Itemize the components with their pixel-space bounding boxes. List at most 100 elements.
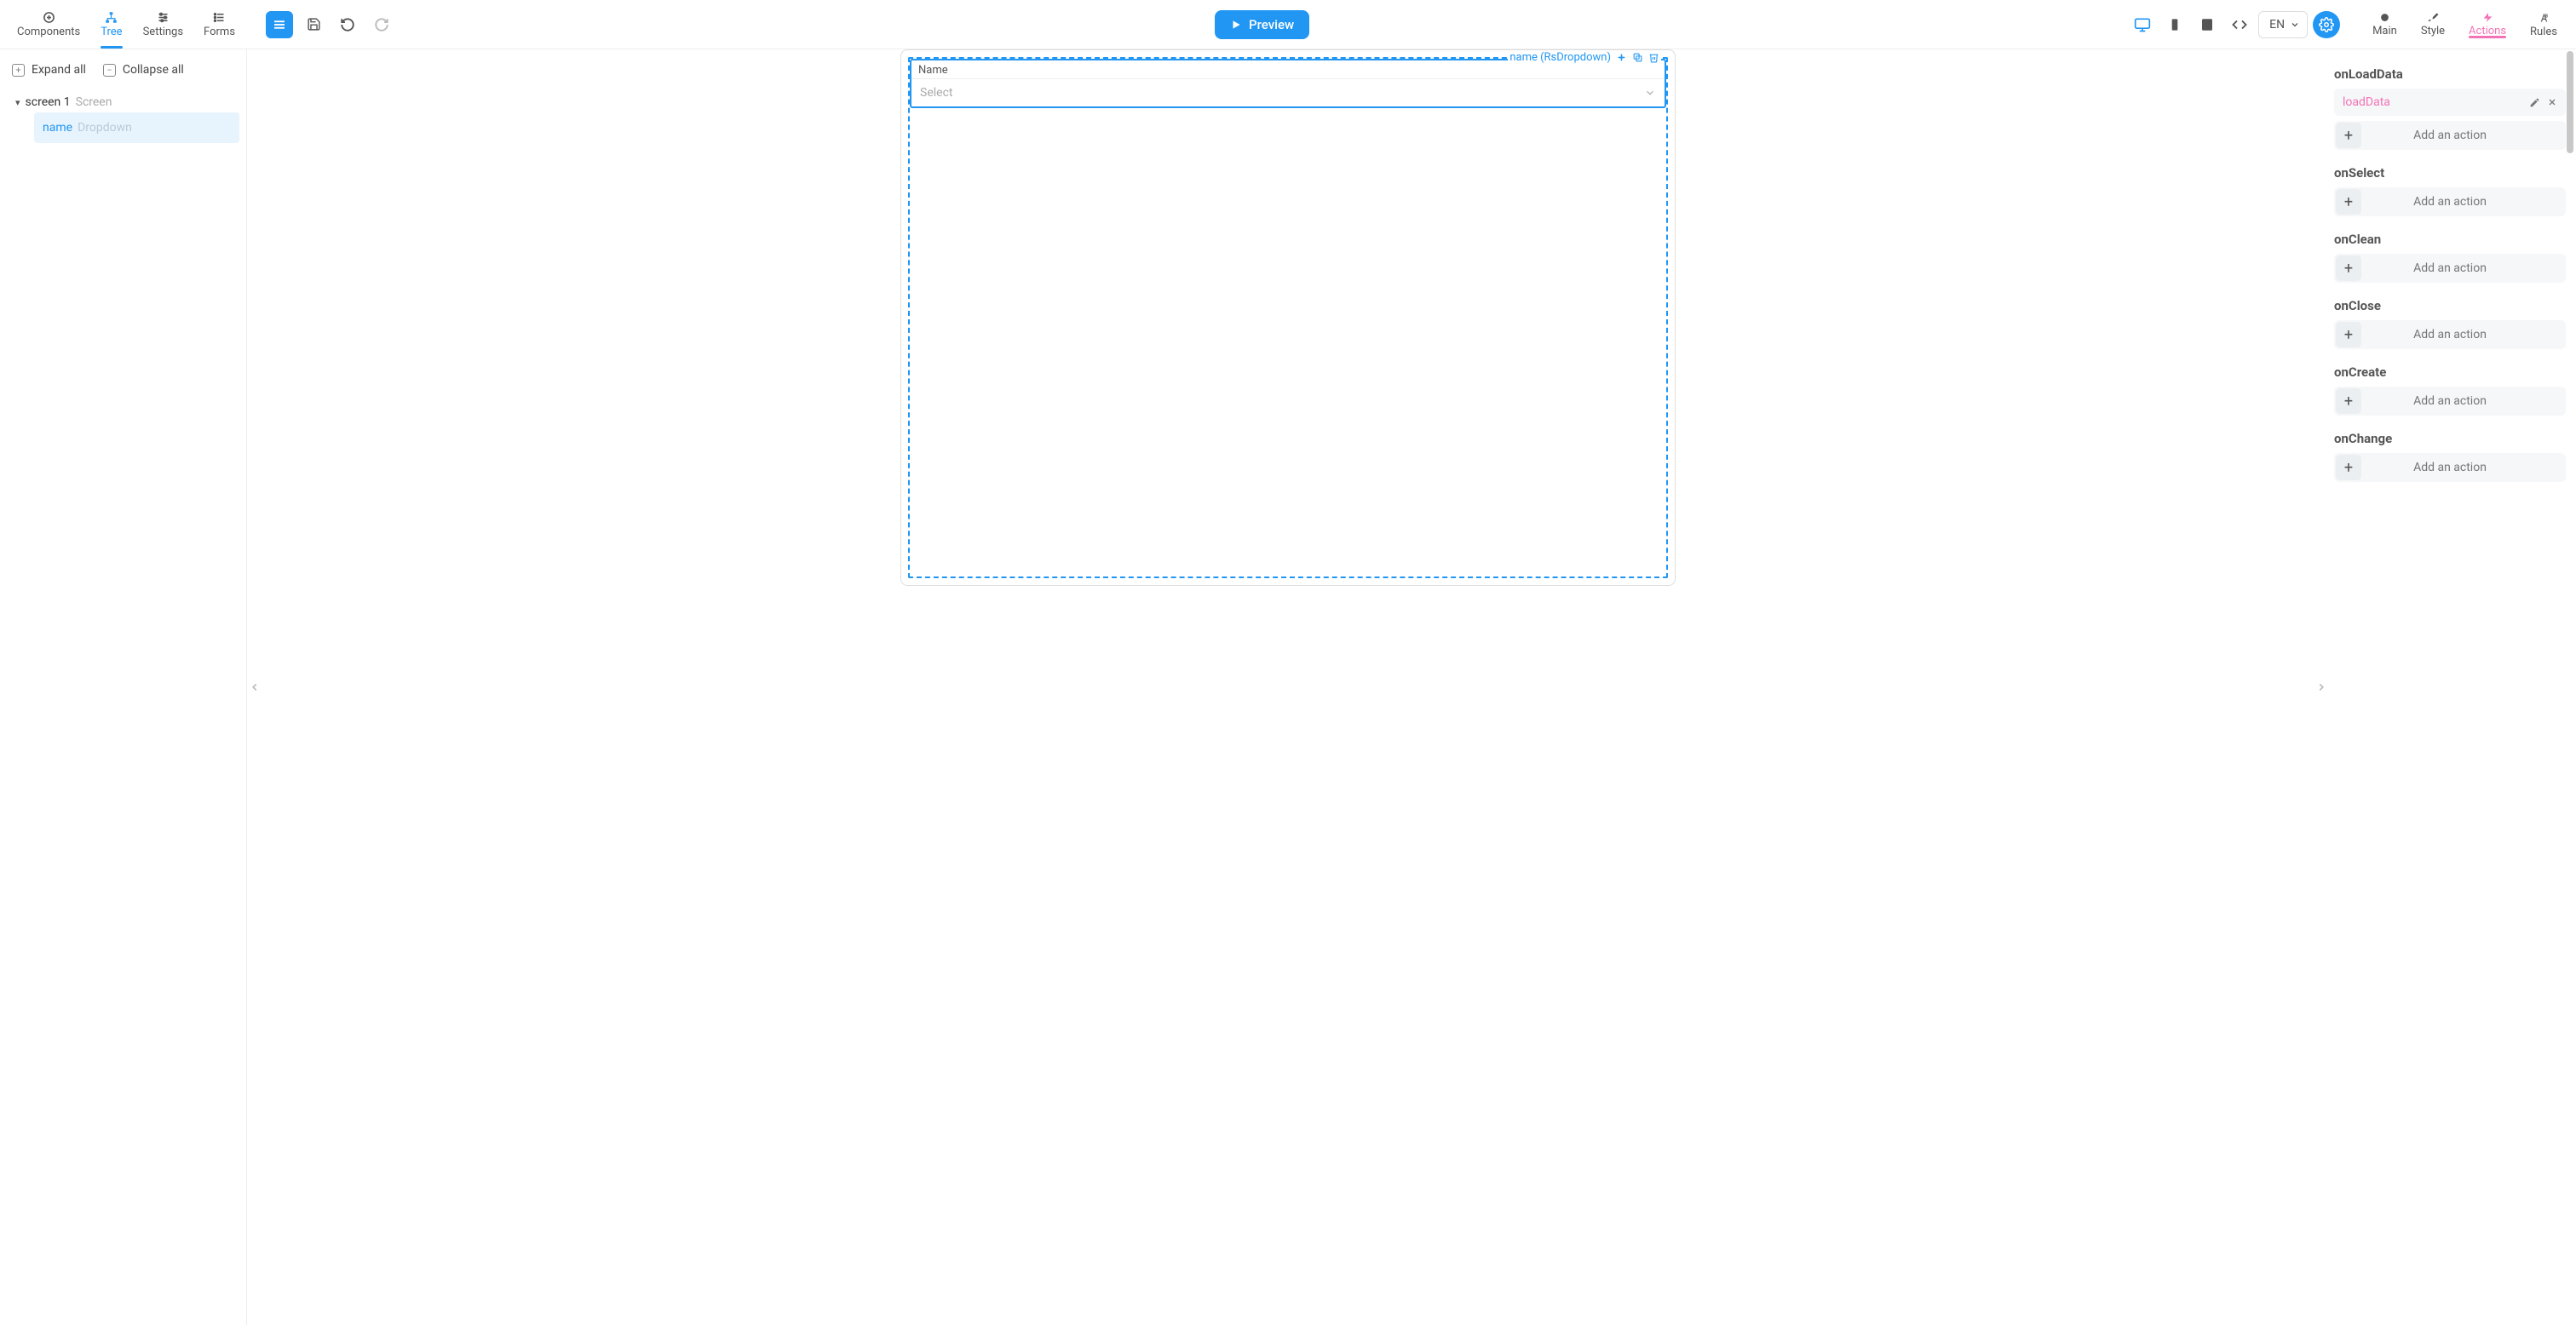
scrollbar-thumb[interactable]: [2567, 51, 2573, 153]
top-toolbar: Components Tree Settings Forms: [0, 0, 2576, 49]
preview-button[interactable]: Preview: [1215, 10, 1309, 39]
dropdown-placeholder: Select: [920, 86, 952, 100]
tab-tree[interactable]: Tree: [90, 0, 132, 49]
tree-child-type: Dropdown: [78, 121, 132, 135]
toolbar-mid-buttons: [266, 11, 395, 38]
event-oncreate: onCreate + Add an action: [2334, 364, 2566, 416]
undo-button[interactable]: [334, 11, 361, 38]
tree-node-child[interactable]: name Dropdown: [34, 112, 239, 143]
rtab-main-label: Main: [2372, 25, 2397, 37]
add-action-label: Add an action: [2413, 261, 2487, 275]
event-onclean: onClean + Add an action: [2334, 232, 2566, 283]
collapse-all-label: Collapse all: [123, 63, 184, 77]
event-onchange: onChange + Add an action: [2334, 431, 2566, 482]
event-title: onChange: [2334, 431, 2566, 446]
chevron-down-icon: [2290, 20, 2300, 30]
language-select[interactable]: EN: [2258, 11, 2308, 38]
tree-sidebar: + Expand all − Collapse all ▾ screen 1 S…: [0, 49, 247, 1325]
tab-components[interactable]: Components: [7, 0, 90, 49]
plus-icon: +: [2336, 255, 2361, 281]
event-title: onCreate: [2334, 364, 2566, 380]
event-title: onSelect: [2334, 165, 2566, 181]
main-area: + Expand all − Collapse all ▾ screen 1 S…: [0, 49, 2576, 1325]
rtab-actions[interactable]: Actions: [2457, 11, 2518, 38]
expand-all-button[interactable]: + Expand all: [12, 63, 86, 77]
brush-icon: [2427, 11, 2439, 23]
collapse-right-button[interactable]: [2312, 678, 2331, 697]
rtab-actions-label: Actions: [2469, 25, 2506, 37]
add-action-button[interactable]: + Add an action: [2334, 387, 2566, 416]
add-action-button[interactable]: + Add an action: [2334, 453, 2566, 482]
add-action-button[interactable]: + Add an action: [2334, 320, 2566, 349]
tab-tree-label: Tree: [101, 26, 122, 38]
rtab-rules-label: Rules: [2530, 26, 2557, 38]
edit-action-button[interactable]: [2529, 97, 2540, 108]
plus-circle-icon: [43, 11, 55, 24]
duplicate-button[interactable]: [1632, 52, 1643, 63]
add-action-label: Add an action: [2413, 195, 2487, 209]
tablet-view-button[interactable]: [2194, 11, 2221, 38]
add-action-button[interactable]: + Add an action: [2334, 254, 2566, 283]
tab-forms[interactable]: Forms: [193, 0, 245, 49]
left-tab-group: Components Tree Settings Forms: [7, 0, 245, 49]
canvas-wrapper: name (RsDropdown) Name: [247, 49, 2329, 1325]
dropdown-field[interactable]: Name Select: [910, 59, 1666, 108]
add-action-label: Add an action: [2413, 461, 2487, 474]
actions-panel: onLoadData loadData + Add an action onSe…: [2329, 49, 2576, 1325]
canvas-dashed-drop-area[interactable]: name (RsDropdown) Name: [908, 57, 1668, 578]
list-icon: [213, 11, 226, 24]
event-onclose: onClose + Add an action: [2334, 298, 2566, 349]
play-icon: [1230, 19, 1242, 31]
plus-icon: +: [2336, 455, 2361, 480]
tab-components-label: Components: [17, 26, 80, 38]
expand-all-label: Expand all: [32, 63, 86, 77]
delete-button[interactable]: [1648, 52, 1659, 63]
tab-settings[interactable]: Settings: [133, 0, 193, 49]
tab-forms-label: Forms: [204, 26, 235, 38]
tree-root-name: screen 1: [26, 95, 71, 109]
tree-root-type: Screen: [76, 95, 112, 109]
desktop-view-button[interactable]: [2129, 11, 2156, 38]
add-action-button[interactable]: + Add an action: [2334, 187, 2566, 216]
action-name: loadData: [2343, 95, 2522, 109]
bolt-icon: [2482, 12, 2493, 23]
menu-button[interactable]: [266, 11, 293, 38]
event-onloaddata: onLoadData loadData + Add an action: [2334, 66, 2566, 150]
chevron-down-icon: [1644, 87, 1656, 99]
remove-action-button[interactable]: [2547, 97, 2557, 107]
sliders-icon: [157, 11, 170, 24]
sitemap-icon: [105, 11, 118, 24]
settings-gear-button[interactable]: [2313, 11, 2340, 38]
add-child-button[interactable]: [1616, 52, 1627, 63]
event-title: onClean: [2334, 232, 2566, 247]
action-row[interactable]: loadData: [2334, 89, 2566, 116]
rtab-rules[interactable]: B Rules: [2518, 11, 2569, 38]
canvas: name (RsDropdown) Name: [900, 49, 1676, 586]
collapse-all-button[interactable]: − Collapse all: [103, 63, 184, 77]
preview-label: Preview: [1249, 17, 1294, 32]
selection-label-bar: name (RsDropdown): [1508, 51, 1661, 64]
toolbar-right-group: EN Main Style: [2129, 11, 2569, 38]
tab-settings-label: Settings: [143, 26, 183, 38]
code-view-button[interactable]: [2226, 11, 2253, 38]
rtab-style-label: Style: [2421, 25, 2445, 37]
tree-child-name: name: [43, 121, 72, 135]
add-action-button[interactable]: + Add an action: [2334, 121, 2566, 150]
language-label: EN: [2269, 18, 2285, 32]
dropdown-field-input[interactable]: Select: [911, 78, 1665, 106]
tree-node-root[interactable]: ▾ screen 1 Screen: [10, 92, 239, 112]
redo-button[interactable]: [368, 11, 395, 38]
rtab-style[interactable]: Style: [2409, 11, 2457, 38]
collapse-left-button[interactable]: [245, 678, 264, 697]
rtab-main[interactable]: Main: [2360, 11, 2409, 38]
scrollbar[interactable]: [2566, 51, 2574, 1308]
circle-icon: [2379, 12, 2390, 23]
right-tab-group: Main Style Actions B: [2360, 11, 2569, 38]
mobile-view-button[interactable]: [2161, 11, 2188, 38]
save-button[interactable]: [300, 11, 327, 38]
toolbar-center: Preview: [395, 10, 2129, 39]
add-action-label: Add an action: [2413, 394, 2487, 408]
plus-icon: +: [2336, 322, 2361, 347]
event-title: onLoadData: [2334, 66, 2566, 82]
add-action-label: Add an action: [2413, 328, 2487, 341]
